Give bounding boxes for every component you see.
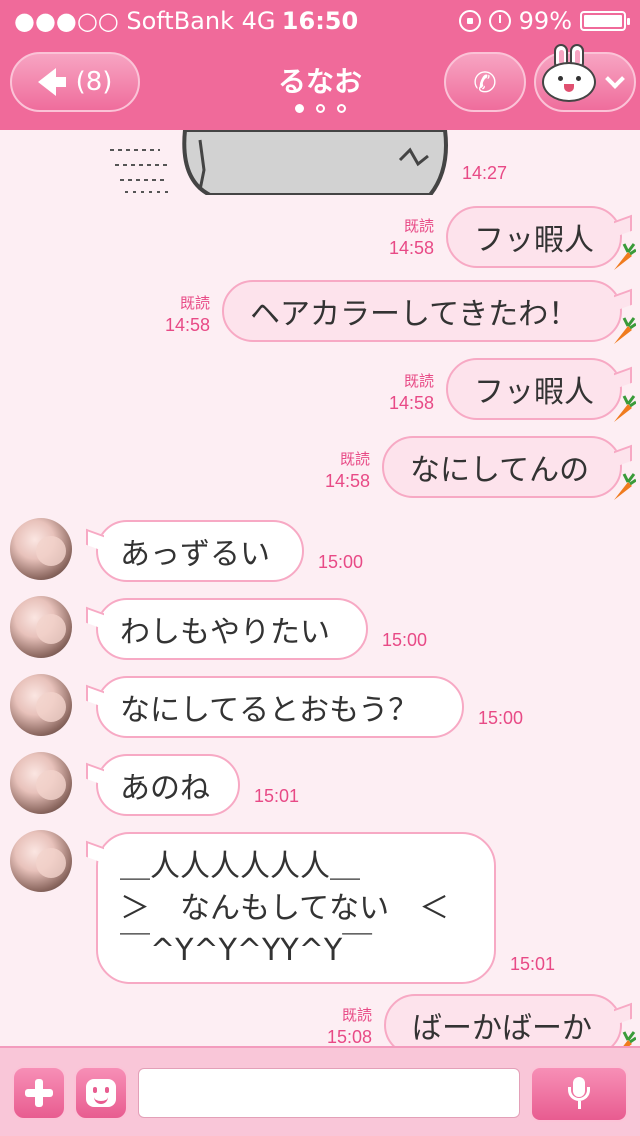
outgoing-message[interactable]: フッ暇人 <box>446 358 636 422</box>
chat-area[interactable]: 14:27 既読 14:58 フッ暇人 既読 14:58 ヘアカラーしてきたわ！ 既… <box>0 130 640 1046</box>
sticker-image <box>110 130 448 195</box>
message-line: ＞ なんもしてない ＜ <box>120 891 450 926</box>
incoming-message[interactable]: なにしてるとおもう？ <box>96 676 464 738</box>
input-bar <box>0 1046 640 1136</box>
message-text: フッ暇人 <box>474 375 594 410</box>
page-dot <box>294 104 304 113</box>
chat-header: (8) るなお ✆ <box>0 40 640 130</box>
message-time: 15:01 <box>254 786 300 806</box>
message-text: ＿人人人人人人＿ ＞ なんもしてない ＜ ￣^Y^Y^YY^Y￣ <box>120 846 449 972</box>
message-text: ヘアカラーしてきたわ！ <box>250 297 579 332</box>
message-line: ￣^Y^Y^YY^Y￣ <box>120 933 373 968</box>
avatar[interactable] <box>10 752 72 814</box>
carrot-icon <box>622 1031 636 1046</box>
carrot-icon <box>614 317 636 344</box>
menu-button[interactable] <box>534 44 636 112</box>
microphone-icon <box>567 1077 591 1111</box>
message-text: ばーかばーか <box>412 1011 592 1046</box>
outgoing-message[interactable]: ばーかばーか <box>384 994 636 1046</box>
chevron-down-icon <box>605 69 625 89</box>
message-text: なにしてんの <box>410 453 590 488</box>
read-receipt: 既読 14:58 <box>324 450 370 491</box>
incoming-message[interactable]: あっずるい <box>96 520 304 582</box>
message-time: 15:00 <box>382 630 428 650</box>
message-text: わしもやりたい <box>120 615 330 650</box>
alarm-icon <box>488 10 511 32</box>
add-button[interactable] <box>12 1066 66 1120</box>
battery-percent: 99% <box>518 7 572 35</box>
outgoing-message[interactable]: フッ暇人 <box>446 206 636 270</box>
message-time: 14:27 <box>462 163 508 183</box>
avatar[interactable] <box>10 830 72 892</box>
carrot-icon <box>614 395 636 422</box>
plus-icon <box>25 1079 53 1107</box>
carrot-icon <box>614 473 636 500</box>
message-text: フッ暇人 <box>474 223 594 258</box>
page-dot <box>315 104 325 113</box>
message-input[interactable] <box>138 1068 520 1118</box>
read-receipt: 既読 14:58 <box>388 217 434 258</box>
bunny-sticker-icon <box>542 44 596 102</box>
page-indicator <box>0 104 640 113</box>
status-bar: ●●●○○ SoftBank 4G 16:50 99% <box>0 0 640 40</box>
read-receipt: 既読 15:08 <box>326 1006 372 1046</box>
call-button[interactable]: ✆ <box>444 52 526 112</box>
incoming-message[interactable]: ＿人人人人人人＿ ＞ なんもしてない ＜ ￣^Y^Y^YY^Y￣ <box>96 832 496 984</box>
avatar[interactable] <box>10 518 72 580</box>
message-time: 15:00 <box>318 552 364 572</box>
avatar[interactable] <box>10 674 72 736</box>
battery-icon <box>580 11 630 31</box>
emoji-icon <box>86 1079 116 1107</box>
message-time: 15:00 <box>478 708 524 728</box>
avatar[interactable] <box>10 596 72 658</box>
voice-button[interactable] <box>530 1066 628 1122</box>
message-line: ＿人人人人人人＿ <box>120 849 360 884</box>
message-text: あっずるい <box>120 537 270 572</box>
message-text: なにしてるとおもう？ <box>120 693 419 728</box>
read-receipt: 既読 14:58 <box>388 372 434 413</box>
carrot-icon <box>614 243 636 270</box>
outgoing-message[interactable]: なにしてんの <box>382 436 636 500</box>
phone-icon: ✆ <box>473 65 497 99</box>
message-text: あのね <box>120 771 210 806</box>
message-time: 15:01 <box>510 954 556 974</box>
incoming-message[interactable]: あのね <box>96 754 240 816</box>
outgoing-message[interactable]: ヘアカラーしてきたわ！ <box>222 280 636 344</box>
status-right: 99% <box>458 7 630 35</box>
rotation-lock-icon <box>458 10 481 32</box>
page-dot <box>336 104 346 113</box>
read-receipt: 既読 14:58 <box>164 294 210 335</box>
battery-fill <box>584 15 622 27</box>
incoming-message[interactable]: わしもやりたい <box>96 598 368 660</box>
emoji-button[interactable] <box>74 1066 128 1120</box>
